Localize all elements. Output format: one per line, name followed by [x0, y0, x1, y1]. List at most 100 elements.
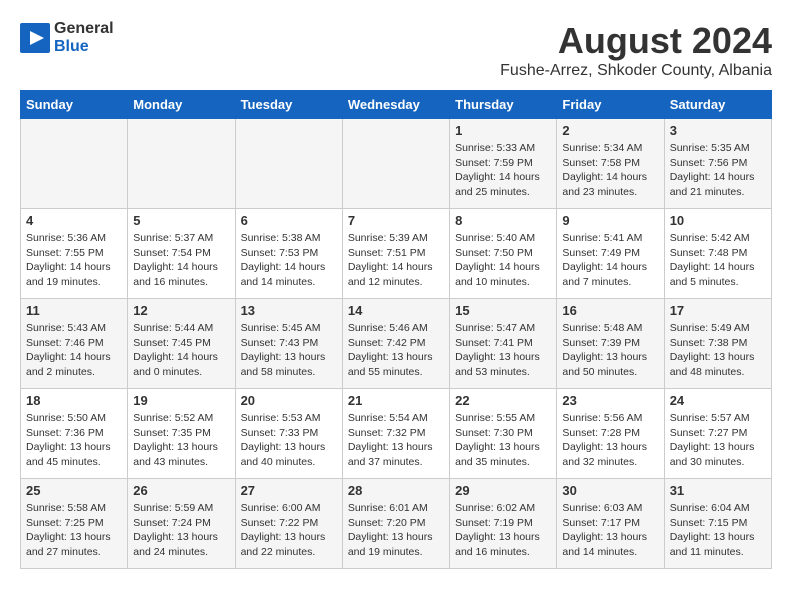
day-number: 12	[133, 303, 229, 318]
day-info: Sunrise: 5:35 AM Sunset: 7:56 PM Dayligh…	[670, 141, 766, 200]
day-info: Sunrise: 5:39 AM Sunset: 7:51 PM Dayligh…	[348, 231, 444, 290]
day-info: Sunrise: 5:45 AM Sunset: 7:43 PM Dayligh…	[241, 321, 337, 380]
month-title: August 2024	[500, 20, 772, 62]
calendar-cell: 4Sunrise: 5:36 AM Sunset: 7:55 PM Daylig…	[21, 209, 128, 299]
calendar-cell	[128, 119, 235, 209]
calendar-week-3: 11 Sunrise: 5:43 AM Sunset: 7:46 PM Dayli…	[21, 299, 772, 389]
calendar-cell: 26Sunrise: 5:59 AM Sunset: 7:24 PM Dayli…	[128, 479, 235, 569]
day-number: 5	[133, 213, 229, 228]
day-info: Sunrise: 6:04 AM Sunset: 7:15 PM Dayligh…	[670, 501, 766, 560]
day-info: Sunrise: 5:57 AM Sunset: 7:27 PM Dayligh…	[670, 411, 766, 470]
calendar-cell: 3 Sunrise: 5:35 AM Sunset: 7:56 PM Daylig…	[664, 119, 771, 209]
calendar-cell: 17 Sunrise: 5:49 AM Sunset: 7:38 PM Dayli…	[664, 299, 771, 389]
day-info: Sunrise: 5:47 AM Sunset: 7:41 PM Dayligh…	[455, 321, 551, 380]
day-number: 23	[562, 393, 658, 408]
calendar-cell: 20 Sunrise: 5:53 AM Sunset: 7:33 PM Dayli…	[235, 389, 342, 479]
day-info: Sunrise: 5:37 AM Sunset: 7:54 PM Dayligh…	[133, 231, 229, 290]
page-header: General Blue August 2024 Fushe-Arrez, Sh…	[20, 20, 772, 80]
day-number: 3	[670, 123, 766, 138]
day-number: 19	[133, 393, 229, 408]
calendar-cell: 5 Sunrise: 5:37 AM Sunset: 7:54 PM Daylig…	[128, 209, 235, 299]
calendar-cell: 2 Sunrise: 5:34 AM Sunset: 7:58 PM Daylig…	[557, 119, 664, 209]
day-number: 10	[670, 213, 766, 228]
day-number: 22	[455, 393, 551, 408]
logo-general: General	[54, 20, 114, 38]
calendar-cell: 9Sunrise: 5:41 AM Sunset: 7:49 PM Daylig…	[557, 209, 664, 299]
calendar-cell: 16 Sunrise: 5:48 AM Sunset: 7:39 PM Dayli…	[557, 299, 664, 389]
day-info: Sunrise: 5:59 AM Sunset: 7:24 PM Dayligh…	[133, 501, 229, 560]
day-info: Sunrise: 5:44 AM Sunset: 7:45 PM Dayligh…	[133, 321, 229, 380]
day-info: Sunrise: 5:43 AM Sunset: 7:46 PM Dayligh…	[26, 321, 122, 380]
day-number: 17	[670, 303, 766, 318]
day-number: 11	[26, 303, 122, 318]
day-info: Sunrise: 5:49 AM Sunset: 7:38 PM Dayligh…	[670, 321, 766, 380]
day-number: 14	[348, 303, 444, 318]
day-number: 9	[562, 213, 658, 228]
calendar-cell: 8Sunrise: 5:40 AM Sunset: 7:50 PM Daylig…	[450, 209, 557, 299]
calendar-cell: 6 Sunrise: 5:38 AM Sunset: 7:53 PM Daylig…	[235, 209, 342, 299]
calendar-week-5: 25Sunrise: 5:58 AM Sunset: 7:25 PM Dayli…	[21, 479, 772, 569]
calendar-cell: 11 Sunrise: 5:43 AM Sunset: 7:46 PM Dayli…	[21, 299, 128, 389]
logo: General Blue	[20, 20, 114, 55]
calendar-cell: 25Sunrise: 5:58 AM Sunset: 7:25 PM Dayli…	[21, 479, 128, 569]
calendar-cell: 21 Sunrise: 5:54 AM Sunset: 7:32 PM Dayli…	[342, 389, 449, 479]
day-info: Sunrise: 5:40 AM Sunset: 7:50 PM Dayligh…	[455, 231, 551, 290]
day-info: Sunrise: 5:48 AM Sunset: 7:39 PM Dayligh…	[562, 321, 658, 380]
day-number: 28	[348, 483, 444, 498]
day-info: Sunrise: 6:00 AM Sunset: 7:22 PM Dayligh…	[241, 501, 337, 560]
day-number: 1	[455, 123, 551, 138]
day-info: Sunrise: 5:52 AM Sunset: 7:35 PM Dayligh…	[133, 411, 229, 470]
day-number: 29	[455, 483, 551, 498]
day-number: 27	[241, 483, 337, 498]
calendar-cell: 28 Sunrise: 6:01 AM Sunset: 7:20 PM Dayli…	[342, 479, 449, 569]
calendar-cell	[235, 119, 342, 209]
day-info: Sunrise: 5:34 AM Sunset: 7:58 PM Dayligh…	[562, 141, 658, 200]
calendar-cell: 19 Sunrise: 5:52 AM Sunset: 7:35 PM Dayli…	[128, 389, 235, 479]
day-info: Sunrise: 5:46 AM Sunset: 7:42 PM Dayligh…	[348, 321, 444, 380]
calendar-cell	[21, 119, 128, 209]
calendar-cell: 24 Sunrise: 5:57 AM Sunset: 7:27 PM Dayli…	[664, 389, 771, 479]
calendar-cell: 10 Sunrise: 5:42 AM Sunset: 7:48 PM Dayli…	[664, 209, 771, 299]
day-info: Sunrise: 5:50 AM Sunset: 7:36 PM Dayligh…	[26, 411, 122, 470]
calendar-cell: 29 Sunrise: 6:02 AM Sunset: 7:19 PM Dayli…	[450, 479, 557, 569]
location-title: Fushe-Arrez, Shkoder County, Albania	[500, 62, 772, 80]
day-number: 7	[348, 213, 444, 228]
calendar-cell: 1 Sunrise: 5:33 AM Sunset: 7:59 PM Daylig…	[450, 119, 557, 209]
day-info: Sunrise: 6:02 AM Sunset: 7:19 PM Dayligh…	[455, 501, 551, 560]
calendar-table: SundayMondayTuesdayWednesdayThursdayFrid…	[20, 90, 772, 569]
day-info: Sunrise: 6:01 AM Sunset: 7:20 PM Dayligh…	[348, 501, 444, 560]
day-info: Sunrise: 5:53 AM Sunset: 7:33 PM Dayligh…	[241, 411, 337, 470]
calendar-cell: 13 Sunrise: 5:45 AM Sunset: 7:43 PM Dayli…	[235, 299, 342, 389]
column-header-thursday: Thursday	[450, 91, 557, 119]
day-number: 15	[455, 303, 551, 318]
calendar-week-2: 4Sunrise: 5:36 AM Sunset: 7:55 PM Daylig…	[21, 209, 772, 299]
day-number: 13	[241, 303, 337, 318]
day-number: 2	[562, 123, 658, 138]
column-header-tuesday: Tuesday	[235, 91, 342, 119]
calendar-cell: 15 Sunrise: 5:47 AM Sunset: 7:41 PM Dayli…	[450, 299, 557, 389]
day-number: 21	[348, 393, 444, 408]
day-number: 20	[241, 393, 337, 408]
day-info: Sunrise: 5:33 AM Sunset: 7:59 PM Dayligh…	[455, 141, 551, 200]
day-info: Sunrise: 5:55 AM Sunset: 7:30 PM Dayligh…	[455, 411, 551, 470]
column-header-monday: Monday	[128, 91, 235, 119]
day-number: 16	[562, 303, 658, 318]
day-number: 30	[562, 483, 658, 498]
calendar-cell: 18 Sunrise: 5:50 AM Sunset: 7:36 PM Dayli…	[21, 389, 128, 479]
calendar-cell: 12 Sunrise: 5:44 AM Sunset: 7:45 PM Dayli…	[128, 299, 235, 389]
day-info: Sunrise: 5:42 AM Sunset: 7:48 PM Dayligh…	[670, 231, 766, 290]
calendar-cell: 23Sunrise: 5:56 AM Sunset: 7:28 PM Dayli…	[557, 389, 664, 479]
calendar-cell: 31 Sunrise: 6:04 AM Sunset: 7:15 PM Dayli…	[664, 479, 771, 569]
day-number: 18	[26, 393, 122, 408]
day-number: 4	[26, 213, 122, 228]
day-number: 31	[670, 483, 766, 498]
day-info: Sunrise: 5:54 AM Sunset: 7:32 PM Dayligh…	[348, 411, 444, 470]
day-number: 24	[670, 393, 766, 408]
column-header-saturday: Saturday	[664, 91, 771, 119]
calendar-cell: 30Sunrise: 6:03 AM Sunset: 7:17 PM Dayli…	[557, 479, 664, 569]
calendar-cell: 7 Sunrise: 5:39 AM Sunset: 7:51 PM Daylig…	[342, 209, 449, 299]
day-number: 6	[241, 213, 337, 228]
column-header-wednesday: Wednesday	[342, 91, 449, 119]
column-header-friday: Friday	[557, 91, 664, 119]
day-info: Sunrise: 5:38 AM Sunset: 7:53 PM Dayligh…	[241, 231, 337, 290]
